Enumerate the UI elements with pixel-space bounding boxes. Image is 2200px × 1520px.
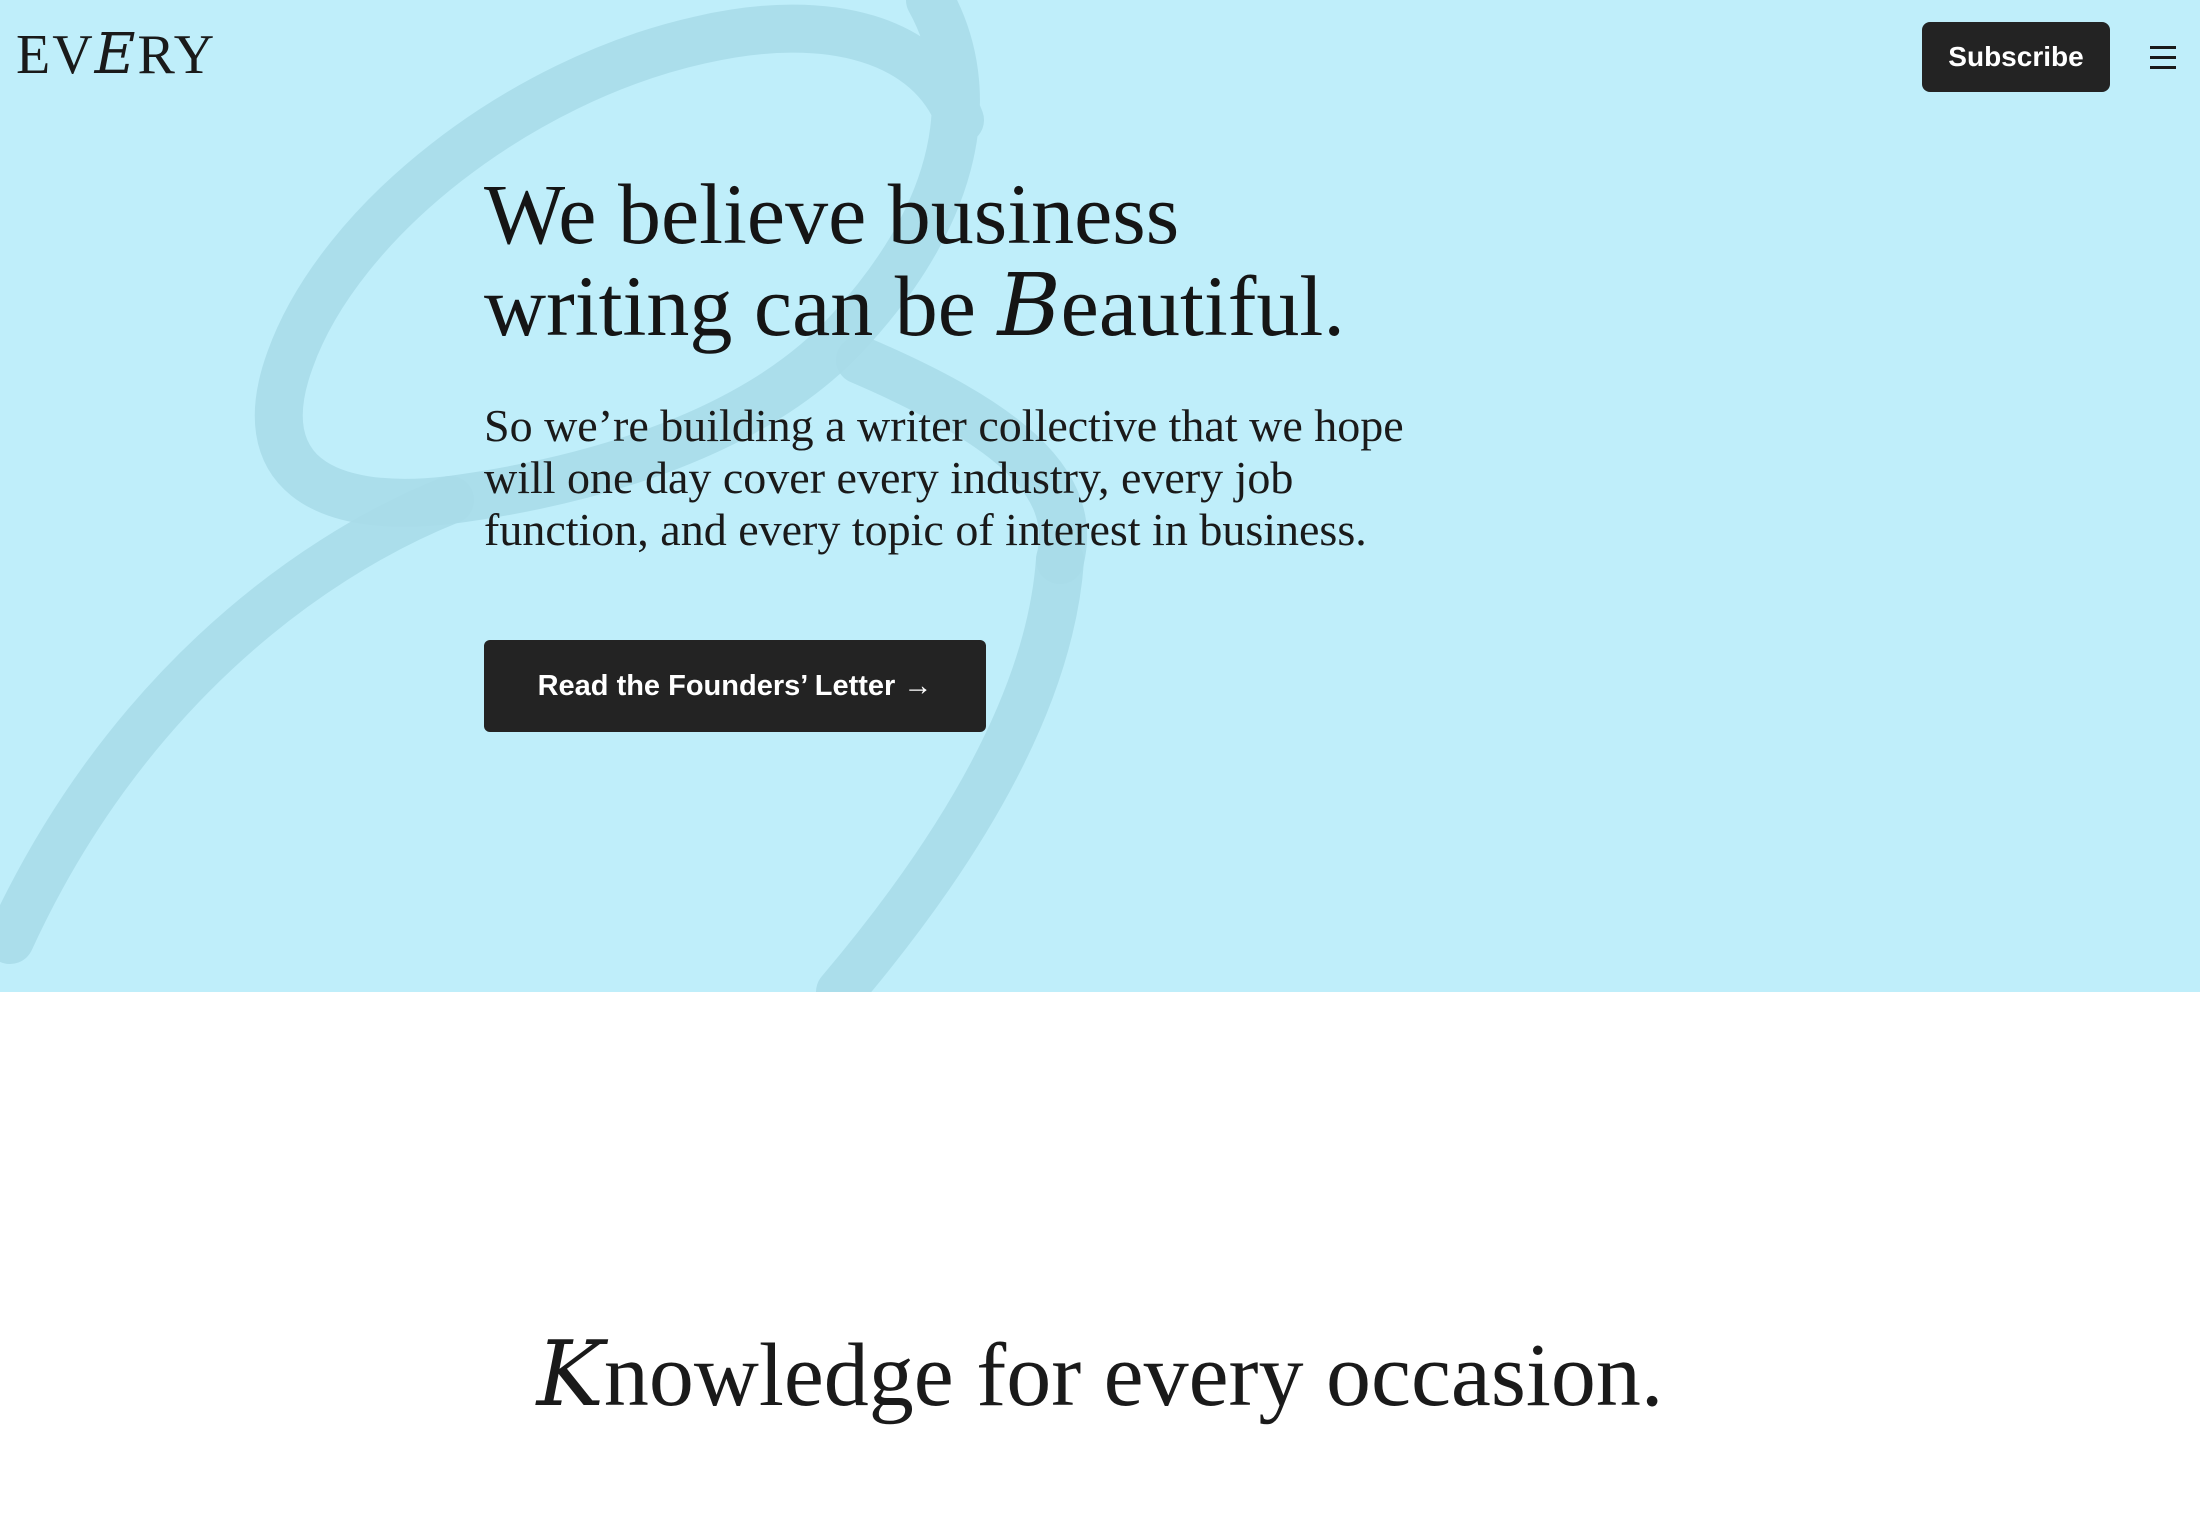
logo-script-letter: E bbox=[94, 22, 138, 87]
logo-text-end: RY bbox=[137, 24, 217, 86]
hero-headline-line2-start: writing can be bbox=[484, 258, 998, 354]
every-logo[interactable]: EVERY bbox=[16, 22, 216, 88]
hero-headline-script-letter: B bbox=[997, 256, 1061, 356]
hero-subtitle: So we’re building a writer collective th… bbox=[484, 400, 1404, 555]
top-navigation-bar: EVERY Subscribe bbox=[0, 0, 2200, 116]
hero-section: EVERY Subscribe We believe business writ… bbox=[0, 0, 2200, 992]
read-founders-letter-button[interactable]: Read the Founders’ Letter → bbox=[484, 640, 986, 732]
hero-headline-line2-end: eautiful. bbox=[1060, 258, 1345, 354]
hero-headline: We believe business writing can be Beaut… bbox=[484, 168, 1584, 352]
subscribe-button[interactable]: Subscribe bbox=[1922, 22, 2110, 92]
knowledge-section-title: Knowledge for every occasion. bbox=[0, 1320, 2200, 1431]
hero-headline-line1: We believe business bbox=[484, 166, 1180, 262]
knowledge-title-rest: nowledge for every occasion. bbox=[603, 1326, 1664, 1425]
knowledge-script-letter: K bbox=[536, 1322, 604, 1427]
logo-text-start: EV bbox=[16, 24, 95, 86]
hamburger-menu-icon[interactable] bbox=[2148, 42, 2178, 72]
